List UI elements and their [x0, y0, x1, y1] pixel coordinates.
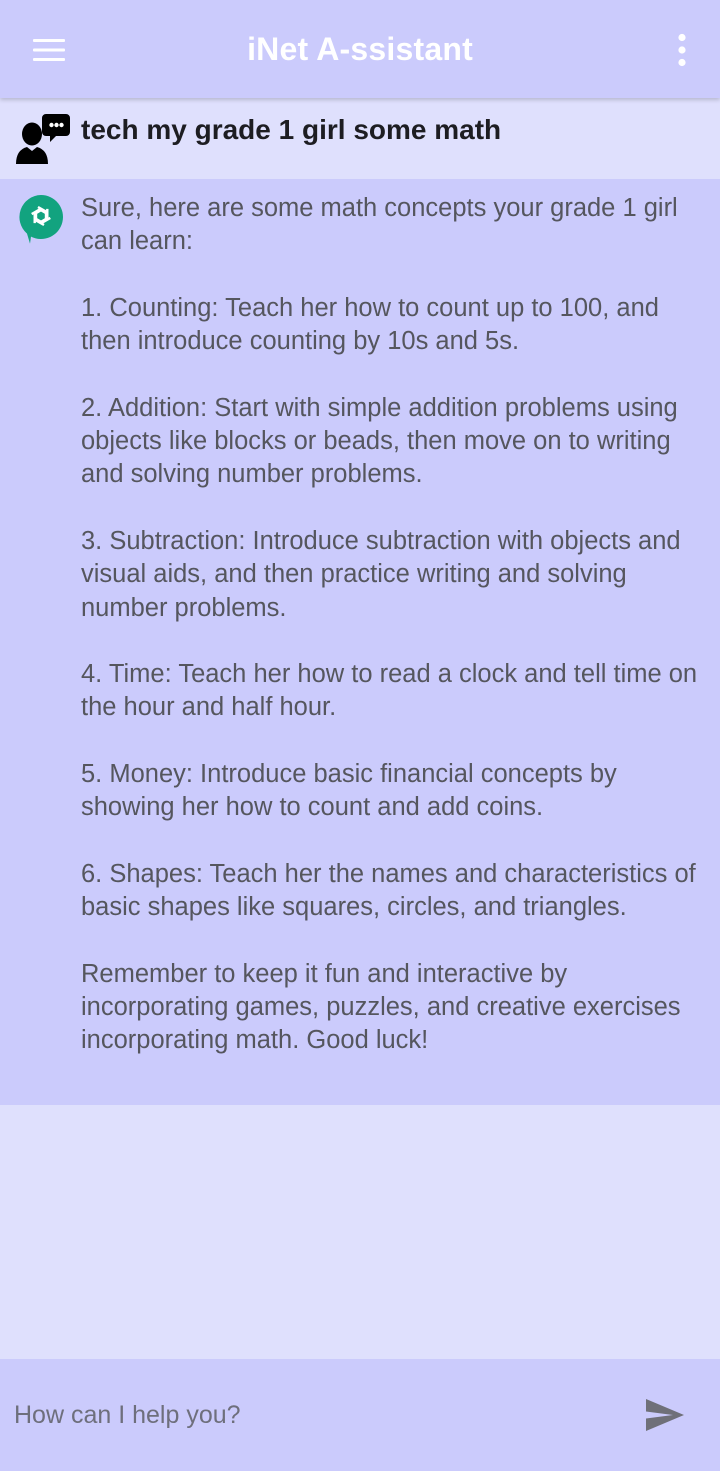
assistant-message: Sure, here are some math concepts your g…	[0, 179, 720, 1105]
user-message: tech my grade 1 girl some math	[0, 100, 720, 179]
chat-input-bar	[0, 1359, 720, 1471]
assistant-message-text: Sure, here are some math concepts your g…	[81, 194, 698, 1055]
app-title: iNet A-ssistant	[247, 31, 473, 67]
user-chat-icon	[16, 114, 70, 164]
more-options-button[interactable]	[668, 28, 696, 72]
openai-logo-icon	[19, 195, 63, 244]
app-bar: iNet A-ssistant	[0, 0, 720, 98]
user-message-text: tech my grade 1 girl some math	[81, 114, 502, 145]
send-icon	[646, 1399, 684, 1431]
chat-input[interactable]	[14, 1391, 614, 1439]
send-button[interactable]	[644, 1395, 686, 1435]
more-vert-icon	[678, 33, 686, 67]
